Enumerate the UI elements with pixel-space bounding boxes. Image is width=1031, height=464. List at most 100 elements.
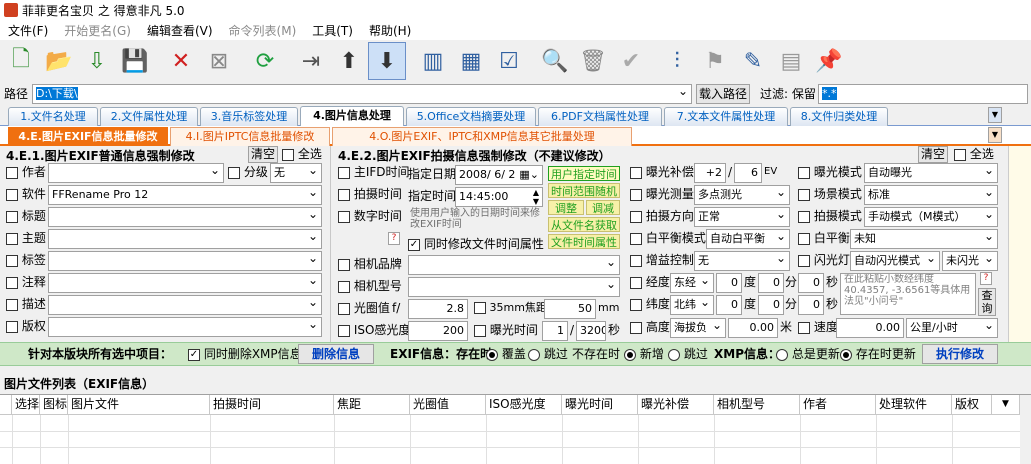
col-model[interactable]: 相机型号 [714, 395, 800, 415]
lon-check[interactable]: 经度 [630, 272, 670, 292]
mode-select[interactable]: 自动曝光 [864, 163, 998, 183]
dir-select[interactable]: 正常 [694, 207, 790, 227]
focal35-check[interactable]: 35mm焦距 [474, 298, 547, 318]
capture-check[interactable]: 拍摄时间 [338, 184, 402, 204]
lon-dir-select[interactable]: 东经 [670, 273, 714, 293]
comment-check[interactable]: 注释 [6, 272, 46, 292]
make-input[interactable] [408, 255, 620, 275]
execute-button[interactable]: 执行修改 [922, 344, 998, 364]
tab-classify[interactable]: 8.文件归类处理 [790, 107, 888, 126]
random-time-button[interactable]: 时间范围随机 [548, 183, 620, 198]
path-input[interactable]: D:\下载\ [32, 84, 692, 104]
software-check[interactable]: 软件 [6, 184, 46, 204]
ev-den[interactable]: 6 [734, 163, 762, 183]
list-scrollbar[interactable] [1020, 395, 1031, 464]
copyright-check[interactable]: 版权 [6, 316, 46, 336]
author-input[interactable] [48, 163, 224, 183]
flash-fired-select[interactable]: 未闪光 [942, 251, 998, 271]
flash-check[interactable]: 闪光灯 [798, 250, 850, 270]
left-selectall[interactable]: 全选 [282, 144, 322, 164]
menu-tools[interactable]: 工具(T) [304, 22, 361, 39]
wb2-check[interactable]: 白平衡 [798, 228, 850, 248]
subject-input[interactable] [48, 229, 322, 249]
help-icon[interactable]: ? [388, 232, 400, 245]
copyright-input[interactable] [48, 317, 322, 337]
load-path-button[interactable]: 载入路径 [696, 84, 750, 104]
mode-check[interactable]: 曝光模式 [798, 162, 862, 182]
wb-select[interactable]: 自动白平衡 [706, 229, 790, 249]
table-icon[interactable]: ▤ [772, 42, 810, 80]
speed-check[interactable]: 速度 [798, 317, 838, 337]
coords-paste-input[interactable]: 在此粘贴小数经纬度40.4357, -3.6561等具体用法见"小问号" [840, 273, 976, 315]
tabs-dropdown-icon[interactable]: ▼ [988, 107, 1002, 123]
rating-check[interactable]: 分级 [228, 162, 268, 182]
file-time-button[interactable]: 文件时间属性 [548, 234, 620, 249]
clear-icon[interactable]: ⊠ [200, 42, 238, 80]
lat-sec[interactable]: 0 [798, 295, 824, 315]
meter-check[interactable]: 曝光测量 [630, 184, 694, 204]
tab-office[interactable]: 5.Office文档摘要处理 [406, 107, 536, 126]
save-icon[interactable]: 💾 [116, 42, 154, 80]
col-aperture[interactable]: 光圈值 [410, 395, 486, 415]
gain-select[interactable]: 无 [694, 251, 790, 271]
title-input[interactable] [48, 207, 322, 227]
lat-deg[interactable]: 0 [716, 295, 742, 315]
col-capture-time[interactable]: 拍摄时间 [210, 395, 334, 415]
speed-input[interactable]: 0.00 [836, 318, 904, 338]
lon-sec[interactable]: 0 [798, 273, 824, 293]
col-file[interactable]: 图片文件 [68, 395, 210, 415]
down-icon[interactable]: ⬇ [368, 42, 406, 80]
move-icon[interactable]: ⇥ [292, 42, 330, 80]
calendar-icon[interactable]: ▦⌄ [519, 166, 539, 184]
col-select[interactable]: 选择 [12, 395, 40, 415]
trash-icon[interactable]: 🗑 [574, 42, 612, 80]
tab-other[interactable]: 4.O.图片EXIF、IPTC和XMP信息其它批量处理 [332, 127, 632, 146]
lat-dir-select[interactable]: 北纬 [670, 295, 714, 315]
lat-min[interactable]: 0 [758, 295, 784, 315]
shoot-check[interactable]: 拍摄模式 [798, 206, 862, 226]
left-clear-button[interactable]: 清空 [248, 146, 278, 163]
tab-fileattr[interactable]: 2.文件属性处理 [100, 107, 198, 126]
pin-icon[interactable]: 📌 [810, 42, 848, 80]
tab-text[interactable]: 7.文本文件属性处理 [664, 107, 788, 126]
alt-check[interactable]: 高度 [630, 317, 670, 337]
always-update-radio[interactable]: 总是更新 [776, 344, 840, 364]
open-folder-icon[interactable]: 📂 [40, 42, 78, 80]
col-author[interactable]: 作者 [800, 395, 876, 415]
search-icon[interactable]: 🔍 [536, 42, 574, 80]
adjust-down-button[interactable]: 调减 [586, 200, 620, 215]
aperture-input[interactable]: 2.8 [408, 299, 468, 319]
menu-start[interactable]: 开始更名(G) [56, 22, 139, 39]
digital-check[interactable]: 数字时间 [338, 206, 402, 226]
col-focal[interactable]: 焦距 [334, 395, 410, 415]
col-copyright[interactable]: 版权 [952, 395, 992, 415]
rating-select[interactable]: 无 [270, 163, 322, 183]
adjust-up-button[interactable]: 调整 [548, 200, 584, 215]
subtabs-dropdown-icon[interactable]: ▼ [988, 127, 1002, 143]
wb-check[interactable]: 白平衡模式 [630, 228, 706, 248]
author-check[interactable]: 作者 [6, 162, 46, 182]
ok-icon[interactable]: ✔ [612, 42, 650, 80]
ev-input[interactable]: +2 [694, 163, 726, 183]
model-input[interactable] [408, 277, 620, 297]
scene-select[interactable]: 标准 [864, 185, 998, 205]
grid1-icon[interactable]: ▥ [414, 42, 452, 80]
col-exposure[interactable]: 曝光时间 [562, 395, 638, 415]
lon-min[interactable]: 0 [758, 273, 784, 293]
tab-pdf[interactable]: 6.PDF文档属性处理 [538, 107, 662, 126]
shoot-select[interactable]: 手动模式（M模式） [864, 207, 998, 227]
refresh-icon[interactable]: ⟳ [246, 42, 284, 80]
coords-help-icon[interactable]: ? [980, 272, 992, 285]
alt-ref-select[interactable]: 海拔负 [670, 318, 726, 338]
right-selectall[interactable]: 全选 [954, 144, 994, 164]
dir-check[interactable]: 拍摄方向 [630, 206, 694, 226]
menu-edit[interactable]: 编辑查看(V) [139, 22, 221, 39]
description-input[interactable] [48, 295, 322, 315]
edit-icon[interactable]: ✎ [734, 42, 772, 80]
col-ev[interactable]: 曝光补偿 [638, 395, 714, 415]
from-filename-button[interactable]: 从文件名获取 [548, 217, 620, 232]
skip2-radio[interactable]: 跳过 [668, 344, 708, 364]
grid2-icon[interactable]: ▦ [452, 42, 490, 80]
comment-input[interactable] [48, 273, 322, 293]
software-input[interactable]: FFRename Pro 12 [48, 185, 322, 205]
